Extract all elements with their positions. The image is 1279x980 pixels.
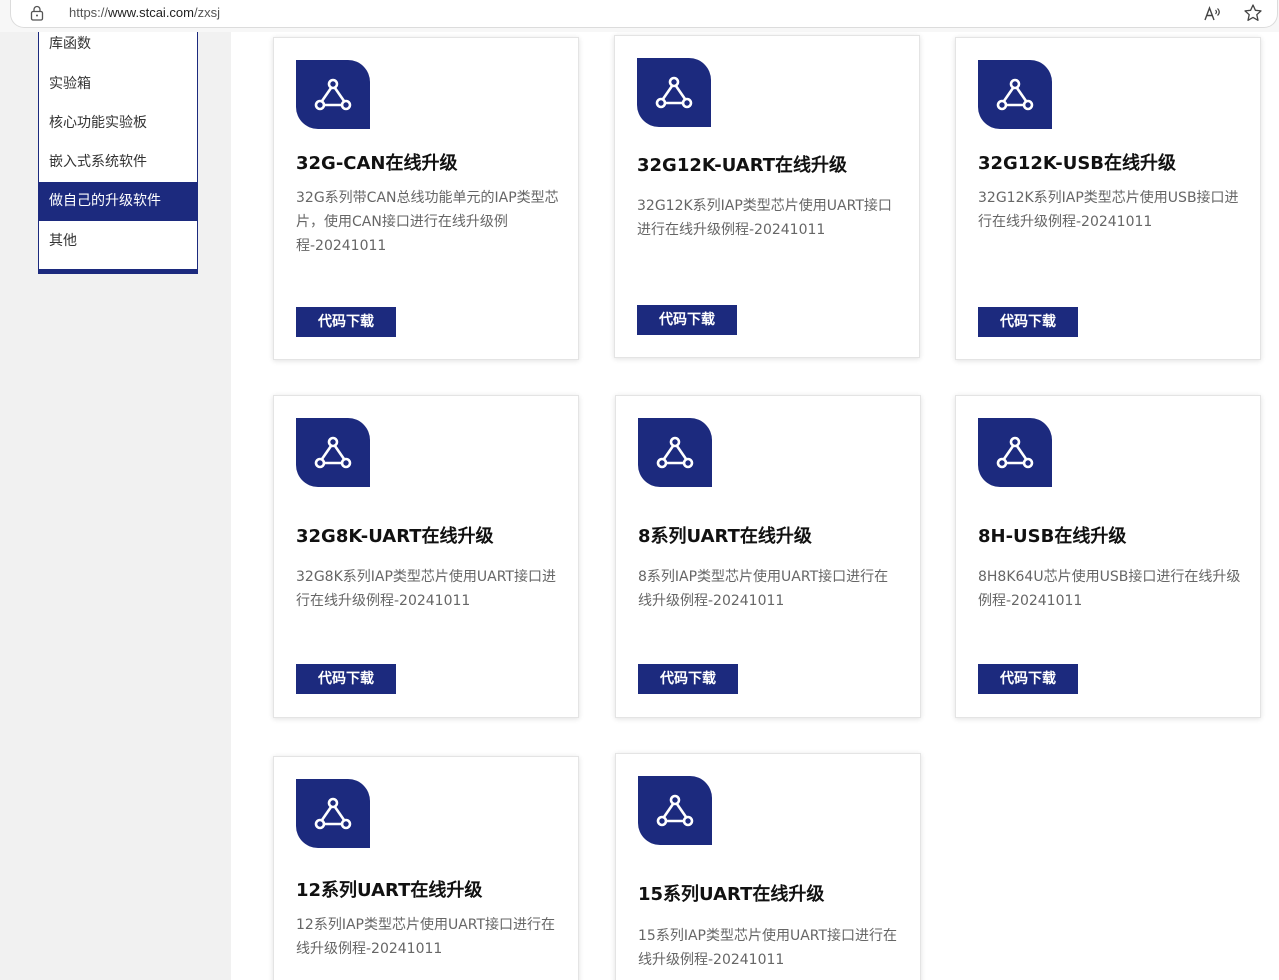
- card-title: 8H-USB在线升级: [978, 526, 1127, 547]
- card-title: 15系列UART在线升级: [638, 884, 825, 905]
- url-host: www.stcai.com: [108, 5, 194, 20]
- card-title: 32G12K-UART在线升级: [637, 155, 848, 176]
- card-32g-can: 32G-CAN在线升级 32G系列带CAN总线功能单元的IAP类型芯片，使用CA…: [273, 37, 579, 360]
- code-download-button[interactable]: 代码下载: [978, 664, 1078, 694]
- card-description: 8H8K64U芯片使用USB接口进行在线升级例程-20241011: [978, 569, 1241, 609]
- card-description: 12系列IAP类型芯片使用UART接口进行在线升级例程-20241011: [296, 917, 556, 957]
- card-8-series-uart: 8系列UART在线升级 8系列IAP类型芯片使用UART接口进行在线升级例程-2…: [615, 395, 921, 718]
- favorite-star-icon[interactable]: [1243, 3, 1263, 23]
- card-title: 32G8K-UART在线升级: [296, 526, 494, 547]
- code-download-button[interactable]: 代码下载: [978, 307, 1078, 337]
- webhook-icon: [638, 418, 712, 487]
- main-content: 32G-CAN在线升级 32G系列带CAN总线功能单元的IAP类型芯片，使用CA…: [231, 32, 1279, 980]
- url-prefix: https://: [69, 5, 109, 20]
- sidebar-item-other[interactable]: 其他: [39, 222, 197, 261]
- sidebar-item-experiment-box[interactable]: 实验箱: [39, 65, 197, 104]
- card-description: 32G8K系列IAP类型芯片使用UART接口进行在线升级例程-20241011: [296, 569, 556, 609]
- lock-icon[interactable]: [30, 5, 44, 21]
- webhook-icon: [978, 418, 1052, 487]
- card-15-series-uart: 15系列UART在线升级 15系列IAP类型芯片使用UART接口进行在线升级例程…: [615, 753, 921, 980]
- category-sidebar: 库函数 实验箱 核心功能实验板 嵌入式系统软件 做自己的升级软件 其他: [38, 32, 198, 274]
- card-8h-usb: 8H-USB在线升级 8H8K64U芯片使用USB接口进行在线升级例程-2024…: [955, 395, 1261, 718]
- webhook-icon: [296, 60, 370, 129]
- card-title: 32G12K-USB在线升级: [978, 153, 1177, 174]
- url-path: /zxsj: [194, 5, 220, 20]
- sidebar-item-library-functions[interactable]: 库函数: [39, 25, 197, 64]
- read-aloud-icon[interactable]: [1203, 5, 1221, 23]
- address-bar[interactable]: https://www.stcai.com/zxsj: [10, 0, 1278, 28]
- sidebar-item-core-board[interactable]: 核心功能实验板: [39, 104, 197, 143]
- sidebar-item-embedded-software[interactable]: 嵌入式系统软件: [39, 143, 197, 182]
- webhook-icon: [296, 418, 370, 487]
- card-title: 32G-CAN在线升级: [296, 153, 458, 174]
- card-12-series-uart: 12系列UART在线升级 12系列IAP类型芯片使用UART接口进行在线升级例程…: [273, 756, 579, 980]
- code-download-button[interactable]: 代码下载: [637, 305, 737, 335]
- webhook-icon: [978, 60, 1052, 129]
- card-description: 32G12K系列IAP类型芯片使用USB接口进行在线升级例程-20241011: [978, 190, 1239, 230]
- card-description: 32G系列带CAN总线功能单元的IAP类型芯片，使用CAN接口进行在线升级例程-…: [296, 190, 559, 254]
- card-32g12k-uart: 32G12K-UART在线升级 32G12K系列IAP类型芯片使用UART接口进…: [614, 35, 920, 358]
- card-title: 12系列UART在线升级: [296, 880, 483, 901]
- code-download-button[interactable]: 代码下载: [296, 664, 396, 694]
- card-description: 32G12K系列IAP类型芯片使用UART接口进行在线升级例程-20241011: [637, 198, 892, 238]
- card-title: 8系列UART在线升级: [638, 526, 812, 547]
- sidebar-item-upgrade-software[interactable]: 做自己的升级软件: [39, 182, 197, 221]
- webhook-icon: [638, 776, 712, 845]
- card-description: 15系列IAP类型芯片使用UART接口进行在线升级例程-20241011: [638, 928, 898, 968]
- url-text[interactable]: https://www.stcai.com/zxsj: [69, 5, 220, 20]
- card-32g12k-usb: 32G12K-USB在线升级 32G12K系列IAP类型芯片使用USB接口进行在…: [955, 37, 1261, 360]
- webhook-icon: [637, 58, 711, 127]
- code-download-button[interactable]: 代码下载: [638, 664, 738, 694]
- card-32g8k-uart: 32G8K-UART在线升级 32G8K系列IAP类型芯片使用UART接口进行在…: [273, 395, 579, 718]
- webhook-icon: [296, 779, 370, 848]
- code-download-button[interactable]: 代码下载: [296, 307, 396, 337]
- card-description: 8系列IAP类型芯片使用UART接口进行在线升级例程-20241011: [638, 569, 889, 609]
